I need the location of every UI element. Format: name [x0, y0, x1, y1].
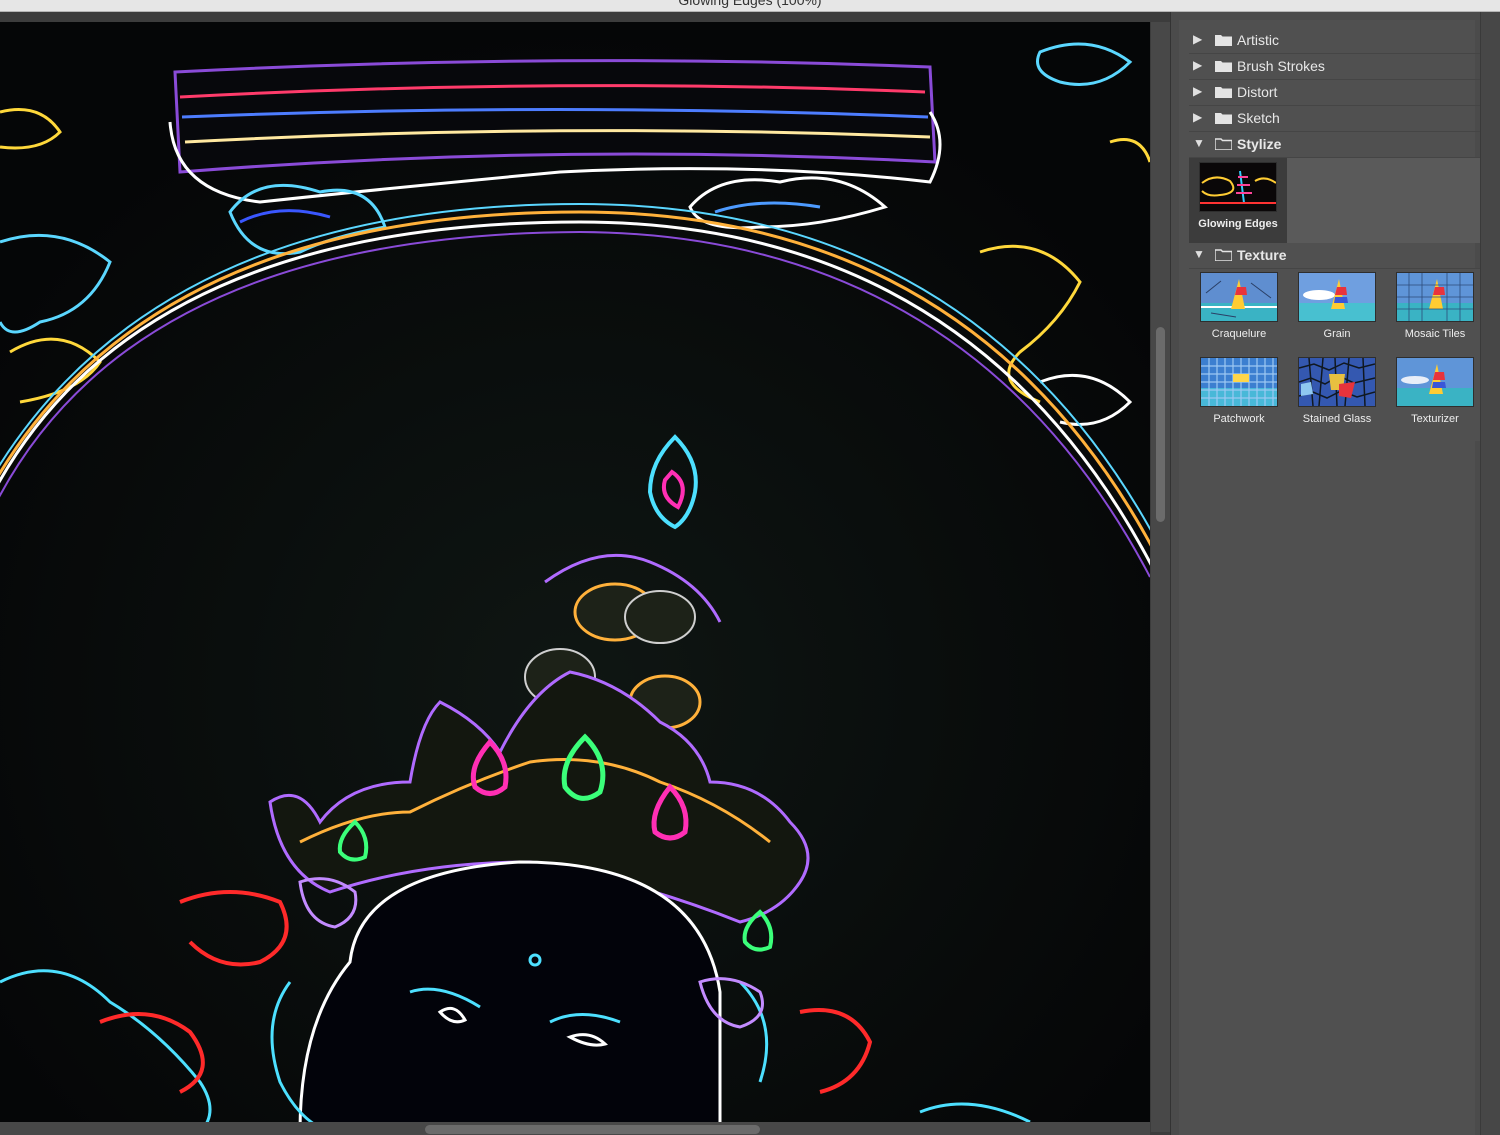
folder-open-icon [1215, 249, 1232, 261]
triangle-right-icon: ▶ [1193, 32, 1203, 46]
glowing-edges-thumbnail [1199, 162, 1277, 212]
triangle-right-icon: ▶ [1193, 84, 1203, 98]
category-distort[interactable]: ▶ Distort [1189, 80, 1481, 106]
panel-edge [1480, 12, 1500, 1135]
window-title-bar: Glowing Edges (100%) [0, 0, 1500, 12]
category-stylize[interactable]: ▼ Stylize [1189, 132, 1481, 158]
stained-glass-thumbnail [1298, 357, 1376, 407]
preview-area [0, 12, 1170, 1135]
window-title: Glowing Edges (100%) [678, 0, 822, 8]
category-sketch[interactable]: ▶ Sketch [1189, 106, 1481, 132]
stylize-filters: Glowing Edges [1189, 158, 1481, 243]
grain-thumbnail [1298, 272, 1376, 322]
horizontal-scroll-thumb[interactable] [425, 1125, 760, 1134]
filter-list: ▶ Artistic ▶ Brush Strokes ▶ Distort ▶ S… [1179, 20, 1481, 1135]
filter-craquelure[interactable]: Craquelure [1199, 272, 1279, 340]
craquelure-thumbnail [1200, 272, 1278, 322]
triangle-down-icon: ▼ [1193, 247, 1205, 261]
triangle-down-icon: ▼ [1193, 136, 1205, 150]
horizontal-scrollbar[interactable] [0, 1122, 1150, 1135]
mosaic-tiles-thumbnail [1396, 272, 1474, 322]
triangle-right-icon: ▶ [1193, 110, 1203, 124]
category-texture[interactable]: ▼ Texture [1189, 243, 1481, 269]
vertical-scroll-thumb[interactable] [1156, 327, 1165, 522]
filter-texturizer[interactable]: Texturizer [1395, 357, 1475, 425]
filter-preview-image[interactable] [0, 22, 1150, 1132]
filter-gallery-panel: ▶ Artistic ▶ Brush Strokes ▶ Distort ▶ S… [1170, 12, 1500, 1135]
folder-icon [1215, 87, 1232, 98]
category-artistic[interactable]: ▶ Artistic [1189, 28, 1481, 54]
filter-mosaic-tiles[interactable]: Mosaic Tiles [1395, 272, 1475, 340]
filter-patchwork[interactable]: Patchwork [1199, 357, 1279, 425]
folder-icon [1215, 113, 1232, 124]
folder-open-icon [1215, 138, 1232, 150]
texturizer-thumbnail [1396, 357, 1474, 407]
folder-icon [1215, 61, 1232, 72]
filter-stained-glass[interactable]: Stained Glass [1297, 357, 1377, 425]
filter-glowing-edges[interactable]: Glowing Edges [1189, 158, 1287, 243]
category-brush-strokes[interactable]: ▶ Brush Strokes [1189, 54, 1481, 80]
texture-filters: Craquelure Grain Mosaic Tiles Patchwork [1189, 269, 1481, 441]
patchwork-thumbnail [1200, 357, 1278, 407]
vertical-scrollbar[interactable] [1151, 22, 1170, 1132]
filter-grain[interactable]: Grain [1297, 272, 1377, 340]
triangle-right-icon: ▶ [1193, 58, 1203, 72]
folder-icon [1215, 35, 1232, 46]
